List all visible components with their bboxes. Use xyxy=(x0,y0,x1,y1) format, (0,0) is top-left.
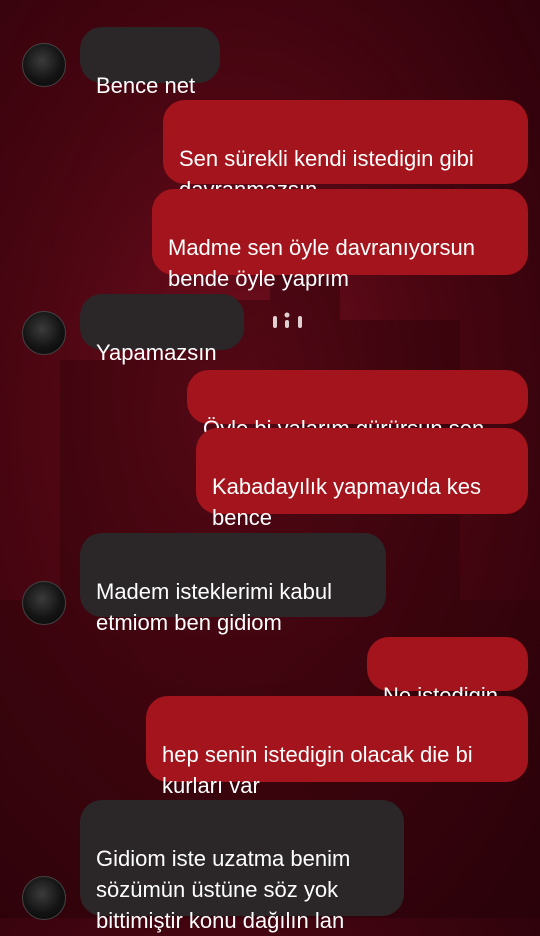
message-bubble[interactable]: Sen sürekli kendi istedigin gibi davranm… xyxy=(163,100,528,202)
contact-avatar-icon[interactable] xyxy=(22,581,66,625)
contact-avatar-icon[interactable] xyxy=(22,311,66,355)
message-bubble[interactable]: Kabadayılık yapmayıda kes bence xyxy=(196,428,528,530)
chat-thread[interactable]: Bence net Sen sürekli kendi istedigin gi… xyxy=(0,0,540,933)
message-text: Bence net xyxy=(96,73,196,98)
message-text: Kabadayılık yapmayıda kes bence xyxy=(212,474,482,530)
message-bubble[interactable]: hep senin istedigin olacak die bi kurlar… xyxy=(146,696,528,798)
message-bubble[interactable]: Bence net xyxy=(80,27,220,98)
contact-avatar-icon[interactable] xyxy=(22,43,66,87)
contact-avatar-icon[interactable] xyxy=(22,876,66,920)
message-bubble[interactable]: Madem isteklerimi kabul etmiom ben gidio… xyxy=(80,533,386,635)
message-bubble[interactable]: Madme sen öyle davranıyorsun bende öyle … xyxy=(152,189,528,291)
message-text: Madme sen öyle davranıyorsun bende öyle … xyxy=(168,235,475,291)
message-bubble[interactable]: Ne istedigin xyxy=(367,637,528,708)
more-options-icon[interactable] xyxy=(272,310,306,332)
message-text: Yapamazsın xyxy=(96,340,217,365)
message-bubble[interactable]: Öyle bi yalarım gürürsun sen xyxy=(187,370,528,441)
message-bubble[interactable]: Gidiom iste uzatma benim sözümün üstüne … xyxy=(80,800,404,933)
message-text: hep senin istedigin olacak die bi kurlar… xyxy=(162,742,473,798)
message-text: Madem isteklerimi kabul etmiom ben gidio… xyxy=(96,579,332,635)
message-bubble[interactable]: Yapamazsın xyxy=(80,294,244,365)
message-text: Gidiom iste uzatma benim sözümün üstüne … xyxy=(96,846,351,933)
